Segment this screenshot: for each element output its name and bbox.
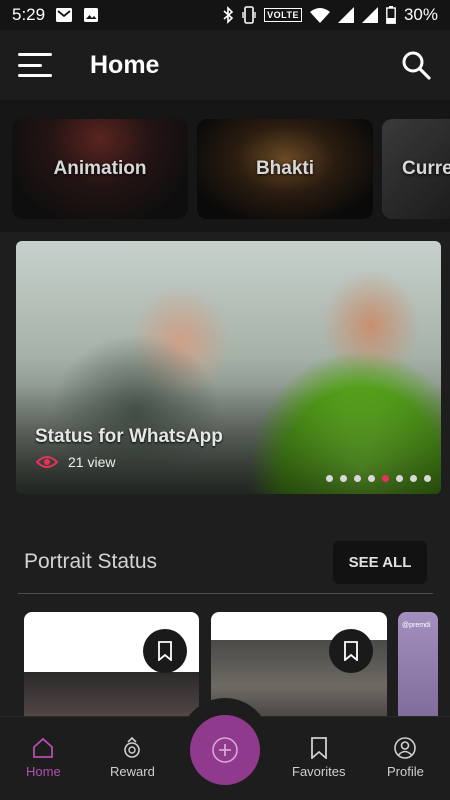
message-icon — [55, 7, 73, 23]
carousel-dot[interactable] — [396, 475, 403, 482]
nav-reward[interactable]: Reward — [110, 737, 155, 779]
reward-icon — [124, 737, 141, 758]
app-bar: Home — [0, 30, 450, 100]
carousel-dot[interactable] — [326, 475, 333, 482]
category-card-bhakti[interactable]: Bhakti — [197, 119, 373, 219]
vibrate-icon — [242, 6, 256, 24]
category-label: Animation — [53, 158, 147, 179]
portrait-card[interactable] — [24, 612, 199, 732]
profile-icon — [394, 737, 417, 759]
eye-icon — [36, 456, 58, 468]
nav-profile[interactable]: Profile — [387, 737, 424, 779]
carousel-indicator — [326, 475, 431, 482]
carousel-dot[interactable] — [368, 475, 375, 482]
battery-icon — [386, 6, 396, 24]
portrait-card-partial[interactable]: @premdi — [398, 612, 438, 732]
home-icon — [33, 737, 54, 758]
search-icon[interactable] — [400, 49, 432, 81]
category-label: Bhakti — [255, 158, 315, 179]
signal-icon — [337, 7, 354, 23]
nav-favorites[interactable]: Favorites — [292, 737, 345, 779]
volte-badge: VOLTE — [264, 8, 302, 22]
bookmark-icon — [310, 737, 327, 759]
section-divider — [18, 593, 433, 594]
banner-views: 21 view — [36, 454, 115, 470]
nav-label: Home — [26, 764, 61, 779]
view-count: 21 view — [68, 454, 116, 470]
image-icon — [83, 7, 99, 23]
category-card-partial[interactable]: Curre — [382, 119, 450, 219]
category-carousel[interactable]: Animation Bhakti Curre — [0, 100, 450, 232]
bookmark-icon — [158, 641, 172, 661]
bookmark-button[interactable] — [329, 629, 373, 673]
battery-percent: 30% — [403, 5, 438, 24]
bookmark-button[interactable] — [143, 629, 187, 673]
section-title: Portrait Status — [24, 550, 158, 573]
wifi-icon — [309, 7, 330, 23]
card-handle: @premdi — [402, 622, 431, 629]
status-bar: 5:29 VOLTE 30% — [0, 0, 450, 30]
page-title: Home — [90, 50, 160, 79]
category-label: Curre — [402, 158, 450, 179]
bluetooth-icon — [222, 6, 234, 24]
signal-icon-2 — [361, 7, 378, 23]
carousel-dot[interactable] — [410, 475, 417, 482]
carousel-dot[interactable] — [382, 475, 389, 482]
add-icon — [212, 737, 238, 763]
bookmark-icon — [344, 641, 358, 661]
category-card-animation[interactable]: Animation — [12, 119, 188, 219]
nav-label: Profile — [387, 764, 424, 779]
status-time: 5:29 — [12, 5, 46, 24]
add-button[interactable] — [190, 715, 260, 785]
featured-banner[interactable]: Status for WhatsApp 21 view — [16, 241, 441, 494]
nav-home[interactable]: Home — [26, 737, 61, 779]
banner-title: Status for WhatsApp — [35, 426, 223, 447]
carousel-dot[interactable] — [340, 475, 347, 482]
carousel-dot[interactable] — [424, 475, 431, 482]
nav-label: Favorites — [292, 764, 346, 779]
menu-icon[interactable] — [18, 53, 52, 77]
nav-label: Reward — [110, 764, 155, 779]
carousel-dot[interactable] — [354, 475, 361, 482]
see-all-button[interactable]: SEE ALL — [333, 541, 427, 584]
